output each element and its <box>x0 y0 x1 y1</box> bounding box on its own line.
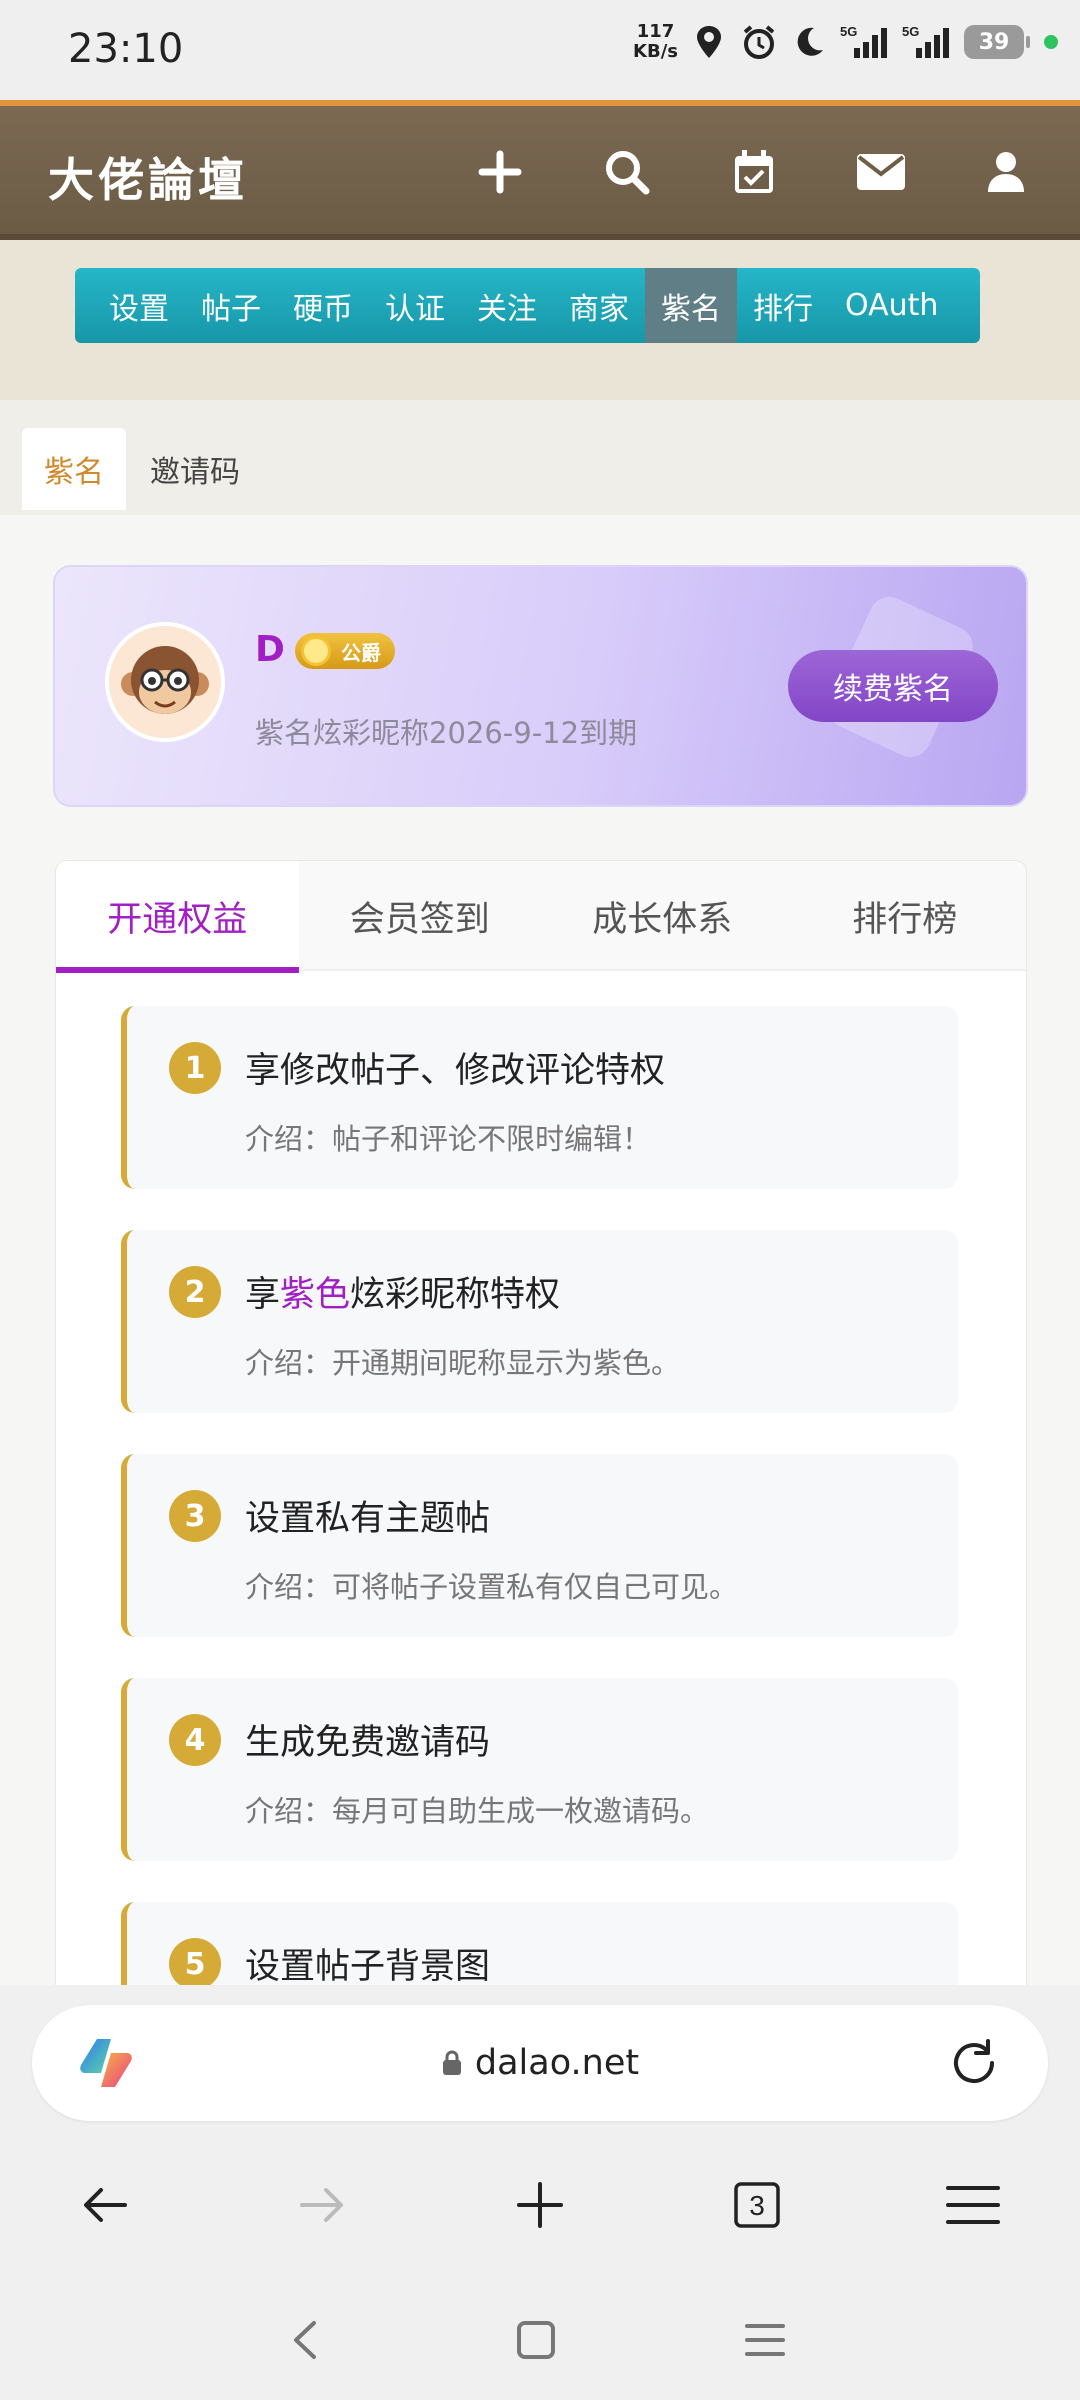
system-home-icon[interactable] <box>501 2305 571 2375</box>
tab-member-checkin[interactable]: 会员签到 <box>299 861 542 971</box>
benefit-title-post: 炫彩昵称特权 <box>350 1275 561 1315</box>
status-time: 23:10 <box>68 26 184 72</box>
menu-item-purple-name[interactable]: 紫名 <box>645 268 737 343</box>
rank-badge-label: 公爵 <box>341 640 381 665</box>
tab-switcher-icon[interactable]: 3 <box>722 2170 792 2240</box>
reload-icon[interactable] <box>948 2037 1000 2089</box>
menu-item-settings[interactable]: 设置 <box>93 268 185 343</box>
panel-tabs: 开通权益 会员签到 成长体系 排行榜 <box>56 861 1027 973</box>
benefits-panel: 开通权益 会员签到 成长体系 排行榜 1 享修改帖子、修改评论特权 介绍：帖子和… <box>55 860 1027 2085</box>
back-arrow-icon[interactable] <box>70 2170 140 2240</box>
system-back-icon[interactable] <box>270 2305 340 2375</box>
signal-icon-1: 5G <box>840 23 890 61</box>
mail-icon[interactable] <box>851 142 911 202</box>
system-nav-bar <box>0 2295 1080 2385</box>
benefit-title: 享紫色炫彩昵称特权 <box>245 1266 560 1317</box>
tab-leaderboard[interactable]: 排行榜 <box>784 861 1027 971</box>
net-speed-unit: KB/s <box>633 41 678 62</box>
vip-expiry-text: 紫名炫彩昵称2026-9-12到期 <box>255 716 638 750</box>
settings-menu: 设置 帖子 硬币 认证 关注 商家 紫名 排行 OAuth <box>75 268 980 343</box>
browser-toolbar: dalao.net 3 <box>0 1985 1080 2400</box>
benefit-number: 1 <box>169 1042 221 1094</box>
menu-item-follow[interactable]: 关注 <box>461 268 553 343</box>
browser-nav-row: 3 <box>0 2160 1080 2250</box>
site-header: 大佬論壇 <box>0 100 1080 240</box>
address-bar[interactable]: dalao.net <box>32 2005 1048 2121</box>
benefit-title: 设置私有主题帖 <box>245 1499 491 1539</box>
status-bar: 23:10 117 KB/s 5G 5G 39 <box>0 0 1080 100</box>
status-icons: 117 KB/s 5G 5G 39 <box>633 22 1058 62</box>
system-recents-icon[interactable] <box>730 2305 800 2375</box>
tab-purple-name[interactable]: 紫名 <box>22 428 126 510</box>
menu-item-verification[interactable]: 认证 <box>369 268 461 343</box>
svg-text:5G: 5G <box>840 24 857 39</box>
tab-count: 3 <box>749 2190 765 2221</box>
site-logo[interactable]: 大佬論壇 <box>48 144 248 210</box>
net-speed-value: 117 <box>636 21 675 42</box>
menu-item-coins[interactable]: 硬币 <box>277 268 369 343</box>
signal-icon-2: 5G <box>902 23 952 61</box>
search-icon[interactable] <box>597 142 657 202</box>
alarm-icon <box>740 23 778 61</box>
renew-button[interactable]: 续费紫名 <box>788 650 998 722</box>
url-value: dalao.net <box>474 2043 640 2083</box>
nav-band: 设置 帖子 硬币 认证 关注 商家 紫名 排行 OAuth <box>0 240 1080 400</box>
battery-icon: 39 <box>964 25 1030 59</box>
menu-hamburger-icon[interactable] <box>938 2170 1008 2240</box>
benefit-number: 5 <box>169 1938 221 1990</box>
rank-badge: 公爵 <box>295 633 395 669</box>
plus-icon[interactable] <box>470 142 530 202</box>
benefit-item: 4 生成免费邀请码 介绍：每月可自助生成一枚邀请码。 <box>121 1678 958 1861</box>
forward-arrow-icon[interactable] <box>287 2170 357 2240</box>
tab-invite-code[interactable]: 邀请码 <box>128 428 262 510</box>
benefit-item: 1 享修改帖子、修改评论特权 介绍：帖子和评论不限时编辑！ <box>121 1006 958 1189</box>
sub-tabs: 紫名 邀请码 <box>0 400 1080 515</box>
monkey-avatar-icon <box>121 646 209 714</box>
benefit-number: 2 <box>169 1266 221 1318</box>
benefit-title: 享修改帖子、修改评论特权 <box>245 1051 666 1091</box>
benefit-desc: 介绍：帖子和评论不限时编辑！ <box>245 1122 652 1156</box>
benefit-title: 生成免费邀请码 <box>245 1723 491 1763</box>
location-icon <box>690 23 728 61</box>
privacy-indicator-dot <box>1044 35 1058 49</box>
benefit-number: 3 <box>169 1490 221 1542</box>
benefit-item: 3 设置私有主题帖 介绍：可将帖子设置私有仅自己可见。 <box>121 1454 958 1637</box>
moon-icon <box>790 23 828 61</box>
vip-card: D 公爵 紫名炫彩昵称2026-9-12到期 续费紫名 <box>53 565 1028 807</box>
net-speed: 117 KB/s <box>633 22 678 62</box>
main-content: D 公爵 紫名炫彩昵称2026-9-12到期 续费紫名 开通权益 会员签到 成长… <box>0 515 1080 2085</box>
benefit-desc: 介绍：每月可自助生成一枚邀请码。 <box>245 1794 710 1828</box>
benefit-title-highlight: 紫色 <box>280 1275 351 1315</box>
menu-item-ranking[interactable]: 排行 <box>737 268 829 343</box>
new-tab-plus-icon[interactable] <box>505 2170 575 2240</box>
tab-growth-system[interactable]: 成长体系 <box>541 861 784 971</box>
calendar-check-icon[interactable] <box>724 142 784 202</box>
benefit-number: 4 <box>169 1714 221 1766</box>
user-icon[interactable] <box>976 142 1036 202</box>
benefit-item: 2 享紫色炫彩昵称特权 介绍：开通期间昵称显示为紫色。 <box>121 1230 958 1413</box>
menu-item-merchant[interactable]: 商家 <box>553 268 645 343</box>
benefit-desc: 介绍：开通期间昵称显示为紫色。 <box>245 1346 681 1380</box>
benefit-title-pre: 享 <box>245 1275 281 1315</box>
lock-icon <box>442 2050 461 2075</box>
svg-text:5G: 5G <box>902 24 919 39</box>
benefit-desc: 介绍：可将帖子设置私有仅自己可见。 <box>245 1570 739 1604</box>
tab-benefits[interactable]: 开通权益 <box>56 861 299 973</box>
menu-item-oauth[interactable]: OAuth <box>829 268 954 343</box>
menu-item-posts[interactable]: 帖子 <box>185 268 277 343</box>
url-text: dalao.net <box>32 2043 1048 2083</box>
benefit-title: 设置帖子背景图 <box>245 1947 491 1987</box>
avatar[interactable] <box>105 622 225 742</box>
username[interactable]: D <box>255 629 285 670</box>
coin-icon <box>301 636 331 666</box>
